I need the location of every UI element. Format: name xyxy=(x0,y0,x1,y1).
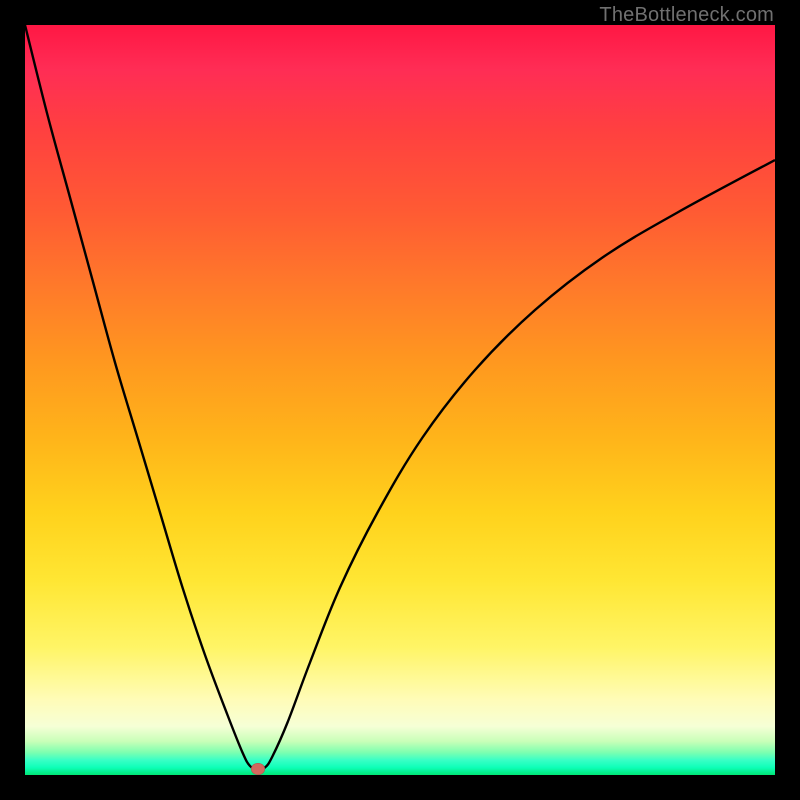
bottleneck-curve-svg xyxy=(25,25,775,775)
watermark-text: TheBottleneck.com xyxy=(599,4,774,27)
minimum-marker-icon xyxy=(251,763,265,775)
plot-area xyxy=(25,25,775,775)
bottleneck-curve-line xyxy=(25,25,775,769)
chart-frame: TheBottleneck.com xyxy=(0,0,800,800)
